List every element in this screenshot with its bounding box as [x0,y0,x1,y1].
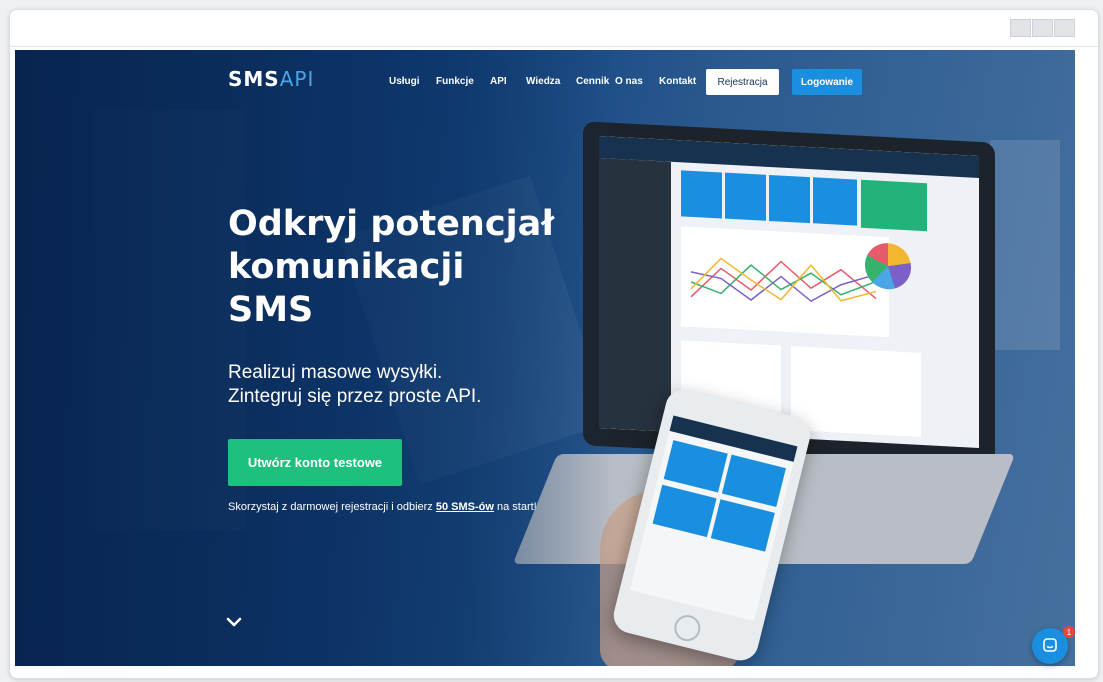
logo[interactable]: SMSAPI [228,67,314,91]
subheadline-line: Zintegruj się przez proste API. [228,386,482,407]
phone-tile [710,499,775,552]
laptop-screen [599,136,979,448]
nav-item-o-nas[interactable]: O nas [615,76,643,87]
dashboard-card [791,346,921,437]
dashboard-tile [861,179,927,232]
create-test-account-button[interactable]: Utwórz konto testowe [228,439,402,486]
free-registration-note: Skorzystaj z darmowej rejestracji i odbi… [228,501,537,513]
hero-overlay [15,50,615,666]
window-button-icon[interactable] [1010,19,1031,37]
phone-tile [652,484,717,538]
hero-headline: Odkryj potencjał komunikacji SMS [228,203,558,332]
window-chrome [10,10,1098,47]
background-decor [990,140,1060,350]
nav-item-cennik[interactable]: Cennik [576,76,609,87]
line-chart-svg [690,257,877,303]
login-button[interactable]: Logowanie [792,69,862,95]
note-text: na start! [493,501,537,513]
phone-tile [663,440,728,493]
logo-text-api: API [279,67,315,91]
window-button-icon[interactable] [1032,19,1053,37]
dashboard-tile [813,177,857,226]
nav-item-kontakt[interactable]: Kontakt [659,76,696,87]
chat-notification-badge: 1 [1063,626,1075,638]
dashboard-tile [725,172,766,221]
headline-line: SMS [228,290,314,330]
dashboard-line-chart [681,226,889,338]
chevron-down-icon[interactable] [225,613,243,631]
phone-tile [721,454,786,508]
free-sms-link[interactable]: 50 SMS-ów [436,501,494,513]
logo-text: SMS [228,67,280,91]
nav-item-funkcje[interactable]: Funkcje [436,76,474,87]
phone-home-button [671,612,704,644]
phone-screen [629,415,798,622]
window-button-icon[interactable] [1054,19,1075,37]
dashboard-tile [769,174,810,224]
nav-item-wiedza[interactable]: Wiedza [526,76,560,87]
hero-section: SMSAPI Usługi Funkcje API Wiedza Cennik … [15,50,1075,666]
nav-item-api[interactable]: API [490,76,507,87]
note-text: Skorzystaj z darmowej rejestracji i odbi… [228,501,436,513]
nav-item-uslugi[interactable]: Usługi [389,76,420,87]
headline-line: Odkryj potencjał [228,204,555,244]
chat-icon [1043,638,1057,652]
hero-subheadline: Realizuj masowe wysyłki. Zintegruj się p… [228,361,558,409]
subheadline-line: Realizuj masowe wysyłki. [228,362,443,383]
headline-line: komunikacji [228,247,465,287]
register-button[interactable]: Rejestracja [706,69,779,95]
dashboard-tile [681,170,722,219]
